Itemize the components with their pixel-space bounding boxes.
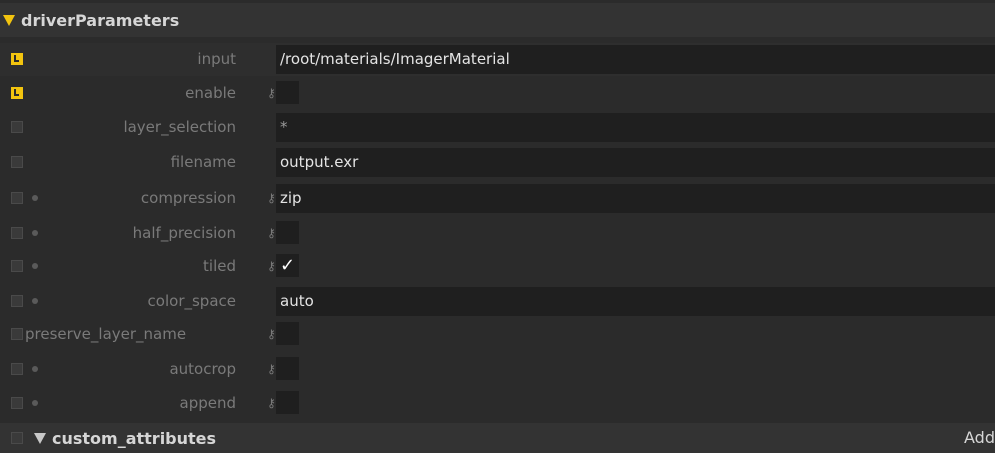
autocrop-checkbox[interactable]	[276, 357, 299, 380]
param-label: tiled	[203, 257, 236, 275]
preserve-layer-name-checkbox[interactable]	[276, 322, 299, 345]
add-button[interactable]: Add	[964, 423, 995, 453]
lock-icon[interactable]	[11, 156, 23, 168]
param-label: enable	[185, 84, 236, 102]
key-icon: ⚷	[267, 226, 276, 240]
key-icon: ⚷	[267, 86, 276, 100]
filename-field[interactable]: output.exr	[276, 148, 995, 177]
lock-icon[interactable]	[11, 363, 23, 375]
lock-icon[interactable]	[11, 260, 23, 272]
section-title: custom_attributes	[52, 428, 217, 448]
param-label: layer_selection	[123, 118, 236, 136]
append-checkbox[interactable]	[276, 391, 299, 414]
lock-icon[interactable]	[11, 192, 23, 204]
key-icon: ⚷	[267, 327, 276, 341]
expand-triangle-icon[interactable]	[34, 432, 46, 444]
param-row-preserve-layer-name: preserve_layer_name ⚷	[0, 318, 995, 351]
param-label: preserve_layer_name	[25, 325, 187, 343]
key-icon: ⚷	[267, 396, 276, 410]
section-header-custom-attributes[interactable]: custom_attributes Add	[0, 423, 995, 453]
param-label: append	[179, 394, 237, 412]
half-precision-checkbox[interactable]	[276, 221, 299, 244]
param-label: input	[197, 50, 236, 68]
param-row-color-space: color_space auto	[0, 285, 995, 318]
status-dot-icon	[32, 230, 38, 236]
lock-icon[interactable]	[11, 53, 23, 65]
color-space-field[interactable]: auto	[276, 287, 995, 316]
param-row-tiled: tiled ⚷ ✓	[0, 250, 995, 283]
key-icon: ⚷	[267, 259, 276, 273]
section-header-driver-parameters[interactable]: driverParameters	[0, 3, 995, 37]
lock-icon[interactable]	[11, 432, 23, 444]
lock-icon[interactable]	[11, 87, 23, 99]
param-label: filename	[170, 153, 236, 171]
status-dot-icon	[32, 263, 38, 269]
lock-icon[interactable]	[11, 295, 23, 307]
param-row-append: append ⚷	[0, 387, 995, 420]
lock-icon[interactable]	[11, 328, 23, 340]
lock-icon[interactable]	[11, 227, 23, 239]
param-label: color_space	[147, 292, 236, 310]
param-label: half_precision	[132, 224, 236, 242]
key-icon: ⚷	[267, 191, 276, 205]
param-row-input: input /root/materials/ImagerMaterial	[0, 43, 995, 76]
param-label: compression	[140, 189, 236, 207]
status-dot-icon	[32, 400, 38, 406]
param-row-autocrop: autocrop ⚷	[0, 353, 995, 386]
tiled-checkbox[interactable]: ✓	[276, 254, 299, 277]
status-dot-icon	[32, 195, 38, 201]
param-row-compression: compression ⚷ zip	[0, 182, 995, 215]
input-field[interactable]: /root/materials/ImagerMaterial	[276, 45, 995, 74]
status-dot-icon	[32, 298, 38, 304]
status-dot-icon	[32, 366, 38, 372]
compression-dropdown[interactable]: zip	[276, 184, 995, 213]
param-row-filename: filename output.exr	[0, 146, 995, 179]
lock-icon[interactable]	[11, 397, 23, 409]
param-row-enable: enable ⚷	[0, 77, 995, 110]
expand-triangle-icon[interactable]	[3, 14, 15, 26]
param-label: autocrop	[169, 360, 236, 378]
layer-selection-field[interactable]: *	[276, 113, 995, 142]
key-icon: ⚷	[267, 362, 276, 376]
enable-checkbox[interactable]	[276, 81, 299, 104]
param-row-half-precision: half_precision ⚷	[0, 217, 995, 250]
section-title: driverParameters	[21, 10, 180, 30]
param-row-layer-selection: layer_selection *	[0, 111, 995, 144]
lock-icon[interactable]	[11, 121, 23, 133]
